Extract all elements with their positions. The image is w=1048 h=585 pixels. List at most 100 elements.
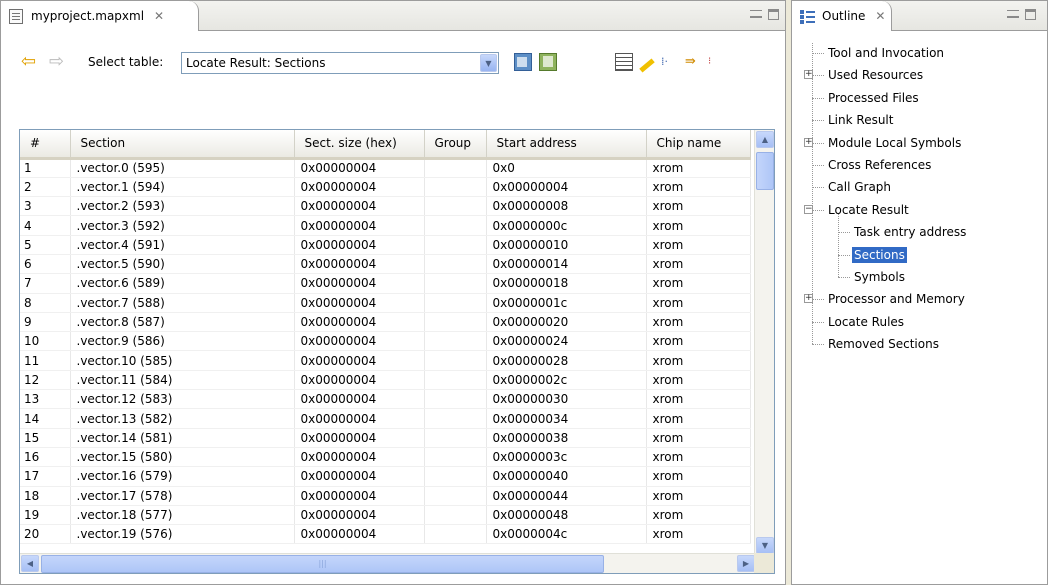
column-header[interactable]: Group (424, 130, 487, 160)
table-row[interactable]: 6 .vector.5 (590) 0x00000004 0x00000014 xrom (20, 254, 751, 275)
table-cell: 11 (20, 350, 71, 371)
tab-myproject-mapxml[interactable]: myproject.mapxml ✕ (1, 1, 199, 31)
table-cell: 0x00000004 (294, 524, 425, 545)
table-row[interactable]: 2 .vector.1 (594) 0x00000004 0x00000004 xrom (20, 177, 751, 198)
table-cell: 0x00000004 (294, 273, 425, 294)
table-row[interactable]: 16 .vector.15 (580) 0x00000004 0x0000003c xr… (20, 447, 751, 468)
export-icon[interactable] (514, 53, 532, 71)
horizontal-scroll-thumb[interactable]: ||| (41, 555, 604, 573)
tree-item[interactable]: Cross References (826, 155, 933, 175)
table-row[interactable]: 19 .vector.18 (577) 0x00000004 0x00000048 xr… (20, 505, 751, 526)
table-row[interactable]: 15 .vector.14 (581) 0x00000004 0x00000038 xr… (20, 428, 751, 448)
select-table-combo[interactable]: Locate Result: Sections ▼ (181, 52, 499, 74)
select-table-value: Locate Result: Sections (186, 56, 326, 70)
scroll-up-icon[interactable]: ▲ (756, 131, 774, 148)
table-cell: 0x00000004 (294, 196, 425, 217)
tree-item[interactable]: Processed Files (826, 88, 921, 108)
outline-tab-title: Outline (822, 9, 866, 23)
table-cell: 0x00000044 (486, 486, 647, 506)
minimize-icon[interactable] (750, 10, 762, 18)
forward-arrow-icon[interactable]: ⇨ (49, 53, 64, 71)
table-cell: xrom (646, 312, 751, 333)
table-cell: 0x0 (486, 158, 647, 178)
tree-connector (812, 299, 824, 301)
table-cell: 0x00000048 (486, 505, 647, 526)
back-arrow-icon[interactable]: ⇦ (21, 53, 36, 71)
table-row[interactable]: 9 .vector.8 (587) 0x00000004 0x00000020 xrom (20, 312, 751, 333)
close-icon[interactable]: ✕ (875, 9, 885, 23)
table-row[interactable]: 8 .vector.7 (588) 0x00000004 0x0000001c xrom (20, 293, 751, 313)
table-row[interactable]: 1 .vector.0 (595) 0x00000004 0x0 xrom (20, 158, 751, 178)
table-cell: 19 (20, 505, 71, 526)
tree-item[interactable]: Sections (852, 245, 907, 265)
jump-icon[interactable]: ⇛ (685, 53, 703, 71)
tree-item[interactable]: Call Graph (826, 177, 893, 197)
tree-item[interactable]: Processor and Memory (826, 289, 967, 309)
table-row[interactable]: 10 .vector.9 (586) 0x00000004 0x00000024 xro… (20, 331, 751, 352)
column-header[interactable]: Start address (486, 130, 647, 160)
columns-icon[interactable]: ⁝ (708, 53, 726, 71)
filter-icon[interactable]: ⁞· (661, 53, 679, 71)
tree-item-label: Module Local Symbols (828, 135, 962, 150)
table-cell: 0x00000004 (294, 235, 425, 255)
table-cell: 0x00000004 (294, 177, 425, 198)
mapxml-editor: myproject.mapxml ✕ ⇦ ⇨ Select table: Loc… (0, 0, 786, 585)
tree-connector (838, 232, 850, 234)
table-cell: 0x00000024 (486, 331, 647, 352)
horizontal-scrollbar[interactable]: ◀ ||| ▶ (20, 553, 756, 573)
tree-item[interactable]: Used Resources (826, 65, 925, 85)
maximize-icon[interactable] (1025, 9, 1036, 20)
editor-toolbar: ⇦ ⇨ Select table: Locate Result: Section… (1, 32, 785, 98)
close-icon[interactable]: ✕ (154, 9, 164, 23)
highlight-icon[interactable] (637, 53, 655, 71)
table-row[interactable]: 14 .vector.13 (582) 0x00000004 0x00000034 xr… (20, 408, 751, 429)
tree-item[interactable]: Tool and Invocation (826, 43, 946, 63)
minimize-icon[interactable] (1007, 10, 1019, 18)
table-row[interactable]: 11 .vector.10 (585) 0x00000004 0x00000028 xr… (20, 350, 751, 371)
table-row[interactable]: 17 .vector.16 (579) 0x00000004 0x00000040 xr… (20, 466, 751, 487)
table-row[interactable]: 3 .vector.2 (593) 0x00000004 0x00000008 xrom (20, 196, 751, 217)
table-cell (424, 350, 487, 371)
chevron-down-icon[interactable]: ▼ (480, 54, 497, 72)
table-cell (424, 293, 487, 313)
table-view-icon[interactable] (615, 53, 633, 71)
table-cell: 0x00000004 (294, 466, 425, 487)
table-cell: .vector.19 (576) (70, 524, 295, 545)
vertical-scrollbar[interactable]: ▲ ▼ (754, 130, 774, 555)
table-row[interactable]: 4 .vector.3 (592) 0x00000004 0x0000000c xrom (20, 215, 751, 236)
column-header[interactable]: Chip name (646, 130, 751, 160)
tree-item[interactable]: Removed Sections (826, 334, 941, 354)
tree-item-label: Locate Rules (828, 314, 905, 329)
table-row[interactable]: 20 .vector.19 (576) 0x00000004 0x0000004c xr… (20, 524, 751, 545)
tree-item[interactable]: Locate Rules (826, 312, 906, 332)
scroll-left-icon[interactable]: ◀ (21, 555, 39, 572)
vertical-scroll-thumb[interactable] (756, 152, 774, 190)
tab-outline[interactable]: Outline ✕ (792, 1, 892, 31)
scroll-down-icon[interactable]: ▼ (756, 537, 774, 554)
table-cell: 0x00000034 (486, 408, 647, 429)
tree-connector (812, 321, 824, 323)
import-icon[interactable] (539, 53, 557, 71)
table-row[interactable]: 18 .vector.17 (578) 0x00000004 0x00000044 xr… (20, 486, 751, 506)
tree-item[interactable]: Symbols (852, 267, 907, 287)
tree-item[interactable]: Task entry address (852, 222, 968, 242)
scroll-right-icon[interactable]: ▶ (737, 555, 755, 572)
maximize-icon[interactable] (768, 9, 779, 20)
table-row[interactable]: 13 .vector.12 (583) 0x00000004 0x00000030 xr… (20, 389, 751, 410)
table-row[interactable]: 5 .vector.4 (591) 0x00000004 0x00000010 xrom (20, 235, 751, 255)
table-cell: xrom (646, 408, 751, 429)
table-cell: 0x0000002c (486, 370, 647, 391)
tree-item[interactable]: Module Local Symbols (826, 133, 963, 153)
table-cell: 0x00000004 (294, 215, 425, 236)
table-cell (424, 312, 487, 333)
table-cell: 14 (20, 408, 71, 429)
table-cell: xrom (646, 350, 751, 371)
tree-connector (838, 277, 850, 278)
table-row[interactable]: 12 .vector.11 (584) 0x00000004 0x0000002c xr… (20, 370, 751, 391)
table-row[interactable]: 7 .vector.6 (589) 0x00000004 0x00000018 xrom (20, 273, 751, 294)
tree-item[interactable]: Link Result (826, 110, 895, 130)
column-header[interactable]: # (20, 130, 71, 160)
column-header[interactable]: Sect. size (hex) (294, 130, 425, 160)
column-header[interactable]: Section (70, 130, 295, 160)
table-cell: .vector.15 (580) (70, 447, 295, 468)
